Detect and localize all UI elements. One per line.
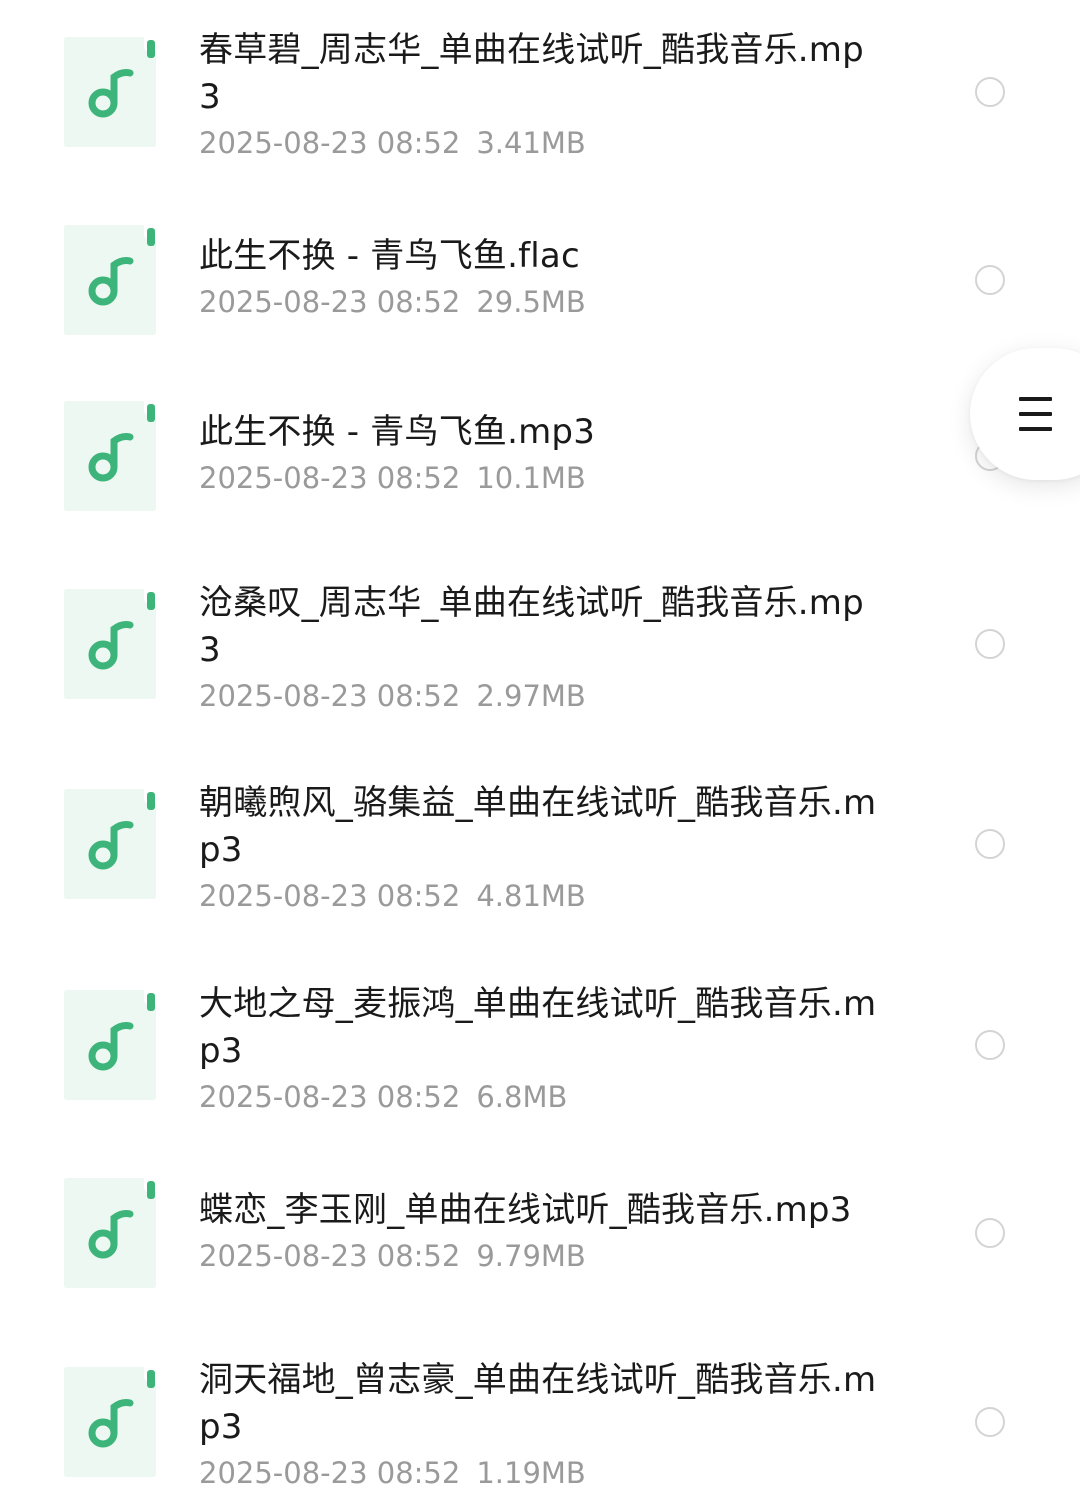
file-size: 4.81MB (476, 879, 586, 913)
menu-icon (1019, 397, 1052, 431)
file-meta: 2025-08-23 08:52 9.79MB (199, 1236, 879, 1276)
music-note-icon (64, 37, 156, 147)
file-date: 2025-08-23 08:52 (199, 1239, 461, 1273)
file-size: 29.5MB (476, 285, 586, 319)
file-date: 2025-08-23 08:52 (199, 285, 461, 319)
file-meta: 2025-08-23 08:52 4.81MB (199, 876, 879, 916)
file-meta: 2025-08-23 08:52 1.19MB (199, 1453, 879, 1493)
select-radio[interactable] (975, 1218, 1005, 1248)
file-size: 10.1MB (476, 461, 586, 495)
file-name: 朝曦煦风_骆集益_单曲在线试听_酷我音乐.mp3 (199, 783, 877, 870)
music-note-icon (64, 1367, 156, 1477)
music-note-icon (64, 401, 156, 511)
file-date: 2025-08-23 08:52 (199, 461, 461, 495)
file-name: 洞天福地_曾志豪_单曲在线试听_酷我音乐.mp3 (199, 1360, 877, 1447)
file-date: 2025-08-23 08:52 (199, 679, 461, 713)
select-radio[interactable] (975, 265, 1005, 295)
file-name: 此生不换 - 青鸟飞鱼.flac (199, 236, 580, 276)
file-list: 春草碧_周志华_单曲在线试听_酷我音乐.mp3 2025-08-23 08:52… (0, 0, 1080, 1509)
file-name: 此生不换 - 青鸟飞鱼.mp3 (199, 412, 596, 452)
select-radio[interactable] (975, 629, 1005, 659)
file-date: 2025-08-23 08:52 (199, 126, 461, 160)
select-radio[interactable] (975, 829, 1005, 859)
file-name: 大地之母_麦振鸿_单曲在线试听_酷我音乐.mp3 (199, 984, 877, 1071)
file-name: 春草碧_周志华_单曲在线试听_酷我音乐.mp3 (199, 30, 864, 117)
file-date: 2025-08-23 08:52 (199, 1080, 461, 1114)
file-name: 蝶恋_李玉刚_单曲在线试听_酷我音乐.mp3 (199, 1190, 852, 1230)
select-radio[interactable] (975, 1030, 1005, 1060)
file-date: 2025-08-23 08:52 (199, 879, 461, 913)
file-size: 2.97MB (476, 679, 586, 713)
file-meta: 2025-08-23 08:52 10.1MB (199, 458, 879, 498)
select-radio[interactable] (975, 1407, 1005, 1437)
music-note-icon (64, 225, 156, 335)
file-date: 2025-08-23 08:52 (199, 1456, 461, 1490)
select-radio[interactable] (975, 77, 1005, 107)
file-size: 6.8MB (476, 1080, 568, 1114)
music-note-icon (64, 990, 156, 1100)
file-size: 3.41MB (476, 126, 586, 160)
file-size: 1.19MB (476, 1456, 586, 1490)
file-name: 沧桑叹_周志华_单曲在线试听_酷我音乐.mp3 (199, 583, 864, 670)
file-size: 9.79MB (476, 1239, 586, 1273)
music-note-icon (64, 589, 156, 699)
file-meta: 2025-08-23 08:52 6.8MB (199, 1077, 879, 1117)
music-note-icon (64, 1178, 156, 1288)
file-meta: 2025-08-23 08:52 29.5MB (199, 282, 879, 322)
file-meta: 2025-08-23 08:52 3.41MB (199, 123, 879, 163)
music-note-icon (64, 789, 156, 899)
file-meta: 2025-08-23 08:52 2.97MB (199, 676, 879, 716)
